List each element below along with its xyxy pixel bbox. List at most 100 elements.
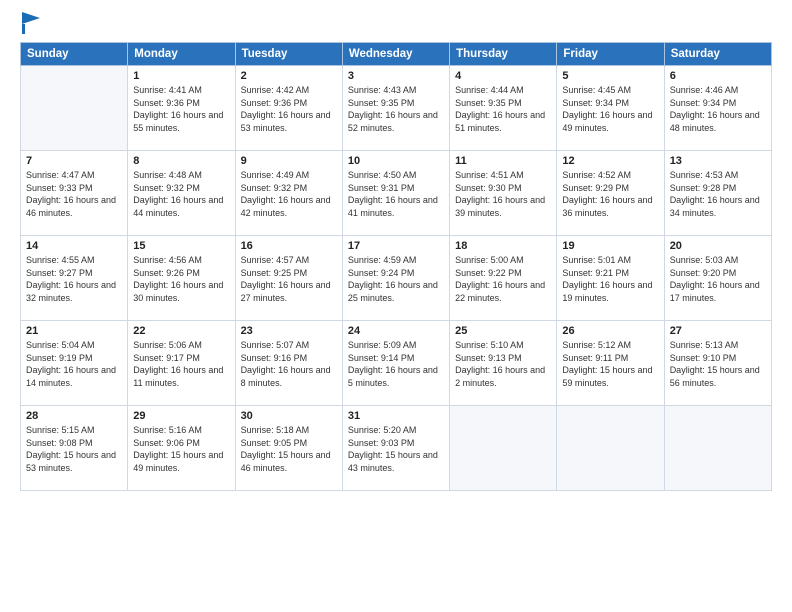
day-number: 16 [241,240,337,252]
calendar-cell: 5 Sunrise: 4:45 AM Sunset: 9:34 PM Daylig… [557,66,664,151]
day-number: 25 [455,325,551,337]
day-info: Sunrise: 4:52 AM Sunset: 9:29 PM Dayligh… [562,169,658,219]
day-info: Sunrise: 4:43 AM Sunset: 9:35 PM Dayligh… [348,84,444,134]
day-info: Sunrise: 5:06 AM Sunset: 9:17 PM Dayligh… [133,339,229,389]
day-number: 5 [562,70,658,82]
day-info: Sunrise: 4:57 AM Sunset: 9:25 PM Dayligh… [241,254,337,304]
calendar-cell: 4 Sunrise: 4:44 AM Sunset: 9:35 PM Daylig… [450,66,557,151]
calendar-cell: 20 Sunrise: 5:03 AM Sunset: 9:20 PM Dayli… [664,236,771,321]
day-info: Sunrise: 5:04 AM Sunset: 9:19 PM Dayligh… [26,339,122,389]
day-info: Sunrise: 4:41 AM Sunset: 9:36 PM Dayligh… [133,84,229,134]
calendar-week-row: 28 Sunrise: 5:15 AM Sunset: 9:08 PM Dayli… [21,406,772,491]
calendar-cell: 15 Sunrise: 4:56 AM Sunset: 9:26 PM Dayli… [128,236,235,321]
calendar-table: SundayMondayTuesdayWednesdayThursdayFrid… [20,42,772,491]
calendar-cell: 23Sunrise: 5:07 AM Sunset: 9:16 PM Dayli… [235,321,342,406]
day-info: Sunrise: 5:16 AM Sunset: 9:06 PM Dayligh… [133,424,229,474]
calendar-week-row: 1 Sunrise: 4:41 AM Sunset: 9:36 PM Daylig… [21,66,772,151]
calendar-cell: 17 Sunrise: 4:59 AM Sunset: 9:24 PM Dayli… [342,236,449,321]
calendar-cell: 28 Sunrise: 5:15 AM Sunset: 9:08 PM Dayli… [21,406,128,491]
day-number: 20 [670,240,766,252]
weekday-header-monday: Monday [128,43,235,66]
day-number: 13 [670,155,766,167]
calendar-cell [664,406,771,491]
calendar-cell [557,406,664,491]
calendar-week-row: 7Sunrise: 4:47 AM Sunset: 9:33 PM Daylig… [21,151,772,236]
day-number: 17 [348,240,444,252]
calendar-cell [450,406,557,491]
calendar-cell: 29 Sunrise: 5:16 AM Sunset: 9:06 PM Dayli… [128,406,235,491]
day-number: 14 [26,240,122,252]
day-info: Sunrise: 5:18 AM Sunset: 9:05 PM Dayligh… [241,424,337,474]
calendar-cell: 2 Sunrise: 4:42 AM Sunset: 9:36 PM Daylig… [235,66,342,151]
calendar-cell: 12Sunrise: 4:52 AM Sunset: 9:29 PM Dayli… [557,151,664,236]
calendar-cell [21,66,128,151]
weekday-header-saturday: Saturday [664,43,771,66]
calendar-week-row: 21Sunrise: 5:04 AM Sunset: 9:19 PM Dayli… [21,321,772,406]
day-number: 6 [670,70,766,82]
calendar-cell: 19 Sunrise: 5:01 AM Sunset: 9:21 PM Dayli… [557,236,664,321]
logo [20,16,40,34]
weekday-header-friday: Friday [557,43,664,66]
day-number: 11 [455,155,551,167]
calendar-cell: 11 Sunrise: 4:51 AM Sunset: 9:30 PM Dayli… [450,151,557,236]
logo-flag-icon [22,12,40,34]
day-number: 3 [348,70,444,82]
day-number: 2 [241,70,337,82]
calendar-cell: 26Sunrise: 5:12 AM Sunset: 9:11 PM Dayli… [557,321,664,406]
day-info: Sunrise: 4:56 AM Sunset: 9:26 PM Dayligh… [133,254,229,304]
day-info: Sunrise: 5:15 AM Sunset: 9:08 PM Dayligh… [26,424,122,474]
day-info: Sunrise: 4:51 AM Sunset: 9:30 PM Dayligh… [455,169,551,219]
calendar-cell: 8 Sunrise: 4:48 AM Sunset: 9:32 PM Daylig… [128,151,235,236]
calendar-cell: 13 Sunrise: 4:53 AM Sunset: 9:28 PM Dayli… [664,151,771,236]
calendar-cell: 6 Sunrise: 4:46 AM Sunset: 9:34 PM Daylig… [664,66,771,151]
day-number: 10 [348,155,444,167]
page: SundayMondayTuesdayWednesdayThursdayFrid… [0,0,792,612]
calendar-cell: 21Sunrise: 5:04 AM Sunset: 9:19 PM Dayli… [21,321,128,406]
weekday-header-row: SundayMondayTuesdayWednesdayThursdayFrid… [21,43,772,66]
day-number: 30 [241,410,337,422]
day-number: 22 [133,325,229,337]
day-info: Sunrise: 4:42 AM Sunset: 9:36 PM Dayligh… [241,84,337,134]
day-info: Sunrise: 5:00 AM Sunset: 9:22 PM Dayligh… [455,254,551,304]
calendar-cell: 31Sunrise: 5:20 AM Sunset: 9:03 PM Dayli… [342,406,449,491]
day-number: 4 [455,70,551,82]
day-info: Sunrise: 4:59 AM Sunset: 9:24 PM Dayligh… [348,254,444,304]
calendar-cell: 30 Sunrise: 5:18 AM Sunset: 9:05 PM Dayli… [235,406,342,491]
day-number: 26 [562,325,658,337]
calendar-cell: 18Sunrise: 5:00 AM Sunset: 9:22 PM Dayli… [450,236,557,321]
day-info: Sunrise: 4:55 AM Sunset: 9:27 PM Dayligh… [26,254,122,304]
calendar-cell: 10 Sunrise: 4:50 AM Sunset: 9:31 PM Dayli… [342,151,449,236]
day-info: Sunrise: 5:09 AM Sunset: 9:14 PM Dayligh… [348,339,444,389]
day-number: 8 [133,155,229,167]
weekday-header-thursday: Thursday [450,43,557,66]
day-number: 15 [133,240,229,252]
day-number: 19 [562,240,658,252]
day-number: 24 [348,325,444,337]
day-info: Sunrise: 5:01 AM Sunset: 9:21 PM Dayligh… [562,254,658,304]
weekday-header-wednesday: Wednesday [342,43,449,66]
day-number: 31 [348,410,444,422]
calendar-week-row: 14 Sunrise: 4:55 AM Sunset: 9:27 PM Dayli… [21,236,772,321]
day-info: Sunrise: 4:48 AM Sunset: 9:32 PM Dayligh… [133,169,229,219]
day-number: 23 [241,325,337,337]
calendar-cell: 22 Sunrise: 5:06 AM Sunset: 9:17 PM Dayli… [128,321,235,406]
day-info: Sunrise: 4:49 AM Sunset: 9:32 PM Dayligh… [241,169,337,219]
header [20,16,772,34]
day-info: Sunrise: 4:44 AM Sunset: 9:35 PM Dayligh… [455,84,551,134]
day-info: Sunrise: 5:03 AM Sunset: 9:20 PM Dayligh… [670,254,766,304]
calendar-cell: 3 Sunrise: 4:43 AM Sunset: 9:35 PM Daylig… [342,66,449,151]
day-number: 1 [133,70,229,82]
day-number: 29 [133,410,229,422]
day-number: 27 [670,325,766,337]
day-info: Sunrise: 4:53 AM Sunset: 9:28 PM Dayligh… [670,169,766,219]
day-number: 9 [241,155,337,167]
day-info: Sunrise: 5:10 AM Sunset: 9:13 PM Dayligh… [455,339,551,389]
calendar-cell: 25 Sunrise: 5:10 AM Sunset: 9:13 PM Dayli… [450,321,557,406]
weekday-header-sunday: Sunday [21,43,128,66]
day-info: Sunrise: 4:50 AM Sunset: 9:31 PM Dayligh… [348,169,444,219]
calendar-cell: 24 Sunrise: 5:09 AM Sunset: 9:14 PM Dayli… [342,321,449,406]
day-info: Sunrise: 4:46 AM Sunset: 9:34 PM Dayligh… [670,84,766,134]
day-info: Sunrise: 5:13 AM Sunset: 9:10 PM Dayligh… [670,339,766,389]
day-number: 28 [26,410,122,422]
day-info: Sunrise: 4:45 AM Sunset: 9:34 PM Dayligh… [562,84,658,134]
